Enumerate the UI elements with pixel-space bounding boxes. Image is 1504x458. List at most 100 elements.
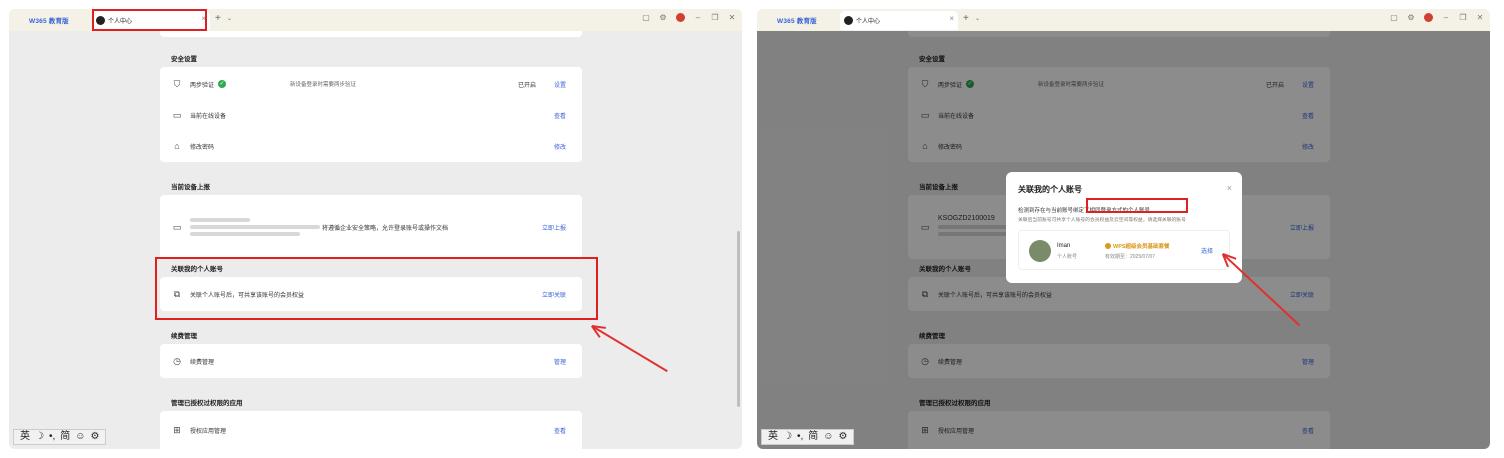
account-name: Iman [1057,243,1071,249]
select-account-button[interactable]: 选择 [1201,246,1213,255]
close-window-icon[interactable]: ✕ [728,13,736,22]
punct-icon[interactable]: •, [797,430,803,444]
devices-view-link[interactable]: 查看 [554,111,566,120]
settings-content: 安全设置 ⛉ 两步验证 ✓ 新设备登录时需要两步验证 已开启 设置 ▭ 当前在线… [9,31,742,449]
gear-icon[interactable]: ⚙ [838,430,847,444]
two-step-status: 已开启 [517,82,536,89]
account-option[interactable]: Iman 个人账号 WPS超级会员基础套餐 有效期至：2025/07/07 选择 [1018,230,1230,270]
apps-row: ⊞ 授权应用管理 查看 [172,415,570,445]
avatar[interactable] [1424,13,1433,22]
tab-title: 个人中心 [108,19,133,25]
ime-simplified[interactable]: 简 [60,430,70,444]
link-account-dialog: 关联我的个人账号 × 检测到存在与当前账号绑定了相同登录方式的个人账号 关联后当… [1006,172,1242,283]
ime-simplified[interactable]: 简 [808,430,818,444]
right-screenshot: W365 教育版 个人中心 × + ⌄ ▢ ⚙ – ❐ ✕ 安全设置 ⛉ 两步验… [757,9,1490,449]
renewal-title: 续费管理 [171,333,197,340]
minimize-icon[interactable]: – [1442,13,1450,22]
moon-icon[interactable]: ☽ [783,430,792,444]
blurred-device-info [190,215,320,239]
ime-lang[interactable]: 英 [20,430,30,444]
ime-toolbar[interactable]: 英 ☽ •, 简 ☺ ⚙ [761,429,855,445]
window-controls: ▢ ⚙ – ❐ ✕ [1390,13,1484,22]
two-step-row: ⛉ 两步验证 ✓ 新设备登录时需要两步验证 已开启 设置 [172,69,570,99]
add-tab-icon[interactable]: + [963,13,969,24]
grid-icon: ⊞ [173,425,181,435]
report-now-link[interactable]: 立即上报 [542,223,566,232]
restore-icon[interactable]: ❐ [711,13,719,22]
report-card: ▭ 将遵循企业安全策略，允许登录账号或操作文档 立即上报 [160,195,582,259]
avatar[interactable] [676,13,685,22]
renewal-card: ◷ 续费管理 管理 [160,344,582,378]
close-icon[interactable]: × [949,14,954,23]
scrollbar[interactable] [737,231,740,407]
tab-bar: W365 教育版 个人中心 × + ⌄ ▢ ⚙ – ❐ ✕ [9,9,742,31]
dialog-desc: 检测到存在与当前账号绑定了相同登录方式的个人账号 [1018,208,1151,214]
two-step-label: 两步验证 [190,82,215,89]
password-row: ⌂ 修改密码 修改 [172,131,570,161]
brand-logo[interactable]: W365 教育版 [777,15,817,25]
punct-icon[interactable]: •, [49,430,55,444]
prev-card [160,31,582,37]
apps-view-link[interactable]: 查看 [554,426,566,435]
chevron-down-icon[interactable]: ⌄ [227,15,232,22]
wps-logo-icon [96,16,105,25]
moon-icon[interactable]: ☽ [35,430,44,444]
emoji-icon[interactable]: ☺ [823,430,833,444]
password-label: 修改密码 [190,144,215,151]
report-desc: 将遵循企业安全策略，允许登录账号或操作文档 [322,225,449,232]
check-icon: ✓ [218,80,227,88]
close-icon[interactable]: × [1227,183,1232,193]
brand-logo[interactable]: W365 教育版 [29,15,69,25]
monitor-icon: ▭ [172,222,182,232]
apps-card: ⊞ 授权应用管理 查看 [160,411,582,449]
settings-icon[interactable]: ⚙ [1407,13,1415,22]
security-card: ⛉ 两步验证 ✓ 新设备登录时需要两步验证 已开启 设置 ▭ 当前在线设备 查看… [160,67,582,162]
window-icon[interactable]: ▢ [1390,13,1398,22]
dialog-subdesc: 关联后当前账号可共享个人账号的会员权益及云空间等权益，请选择关联的账号 [1018,218,1186,223]
clock-icon: ◷ [173,356,181,366]
apps-title: 管理已授权过权限的应用 [171,400,243,407]
ime-toolbar[interactable]: 英 ☽ •, 简 ☺ ⚙ [13,429,107,445]
avatar [1029,240,1051,262]
report-title: 当前设备上报 [171,184,210,191]
account-type: 个人账号 [1057,254,1078,260]
emoji-icon[interactable]: ☺ [75,430,85,444]
devices-label: 当前在线设备 [190,113,227,120]
devices-row: ▭ 当前在线设备 查看 [172,100,570,130]
settings-icon[interactable]: ⚙ [659,13,667,22]
tab-bar: W365 教育版 个人中心 × + ⌄ ▢ ⚙ – ❐ ✕ [757,9,1490,31]
membership-badge: WPS超级会员基础套餐 [1105,242,1170,250]
tab-title: 个人中心 [856,19,881,25]
renewal-manage-link[interactable]: 管理 [554,357,566,366]
ime-lang[interactable]: 英 [768,430,778,444]
apps-label: 授权应用管理 [190,428,227,435]
password-change-link[interactable]: 修改 [554,142,566,151]
close-icon[interactable]: × [201,14,206,23]
lock-icon: ⌂ [174,141,180,151]
two-step-desc: 新设备登录时需要两步验证 [290,82,357,88]
link-icon: ⧉ [173,289,181,299]
window-icon[interactable]: ▢ [642,13,650,22]
two-step-settings-link[interactable]: 设置 [554,80,566,89]
membership-label: WPS超级会员基础套餐 [1113,244,1170,250]
minimize-icon[interactable]: – [694,13,702,22]
restore-icon[interactable]: ❐ [1459,13,1467,22]
personal-account-row: ⧉ 关联个人账号后，可共享该账号的会员权益 立即关联 [172,279,570,309]
renewal-row: ◷ 续费管理 管理 [172,346,570,376]
report-row: ▭ 将遵循企业安全策略，允许登录账号或操作文档 立即上报 [172,212,570,242]
security-title: 安全设置 [171,56,197,63]
tab-personal-center[interactable]: 个人中心 × [840,11,958,30]
tab-personal-center[interactable]: 个人中心 × [92,11,210,30]
personal-account-desc: 关联个人账号后，可共享该账号的会员权益 [190,292,305,299]
link-now-button[interactable]: 立即关联 [542,290,566,299]
chevron-down-icon[interactable]: ⌄ [975,15,980,22]
personal-account-title: 关联我的个人账号 [171,266,223,273]
close-window-icon[interactable]: ✕ [1476,13,1484,22]
gear-icon[interactable]: ⚙ [90,430,99,444]
left-screenshot: W365 教育版 个人中心 × + ⌄ ▢ ⚙ – ❐ ✕ 安全设置 ⛉ 两步验… [9,9,742,449]
add-tab-icon[interactable]: + [215,13,221,24]
devices-icon: ▭ [172,110,182,120]
account-expiry: 有效期至：2025/07/07 [1105,254,1156,260]
window-controls: ▢ ⚙ – ❐ ✕ [642,13,736,22]
wps-logo-icon [844,16,853,25]
